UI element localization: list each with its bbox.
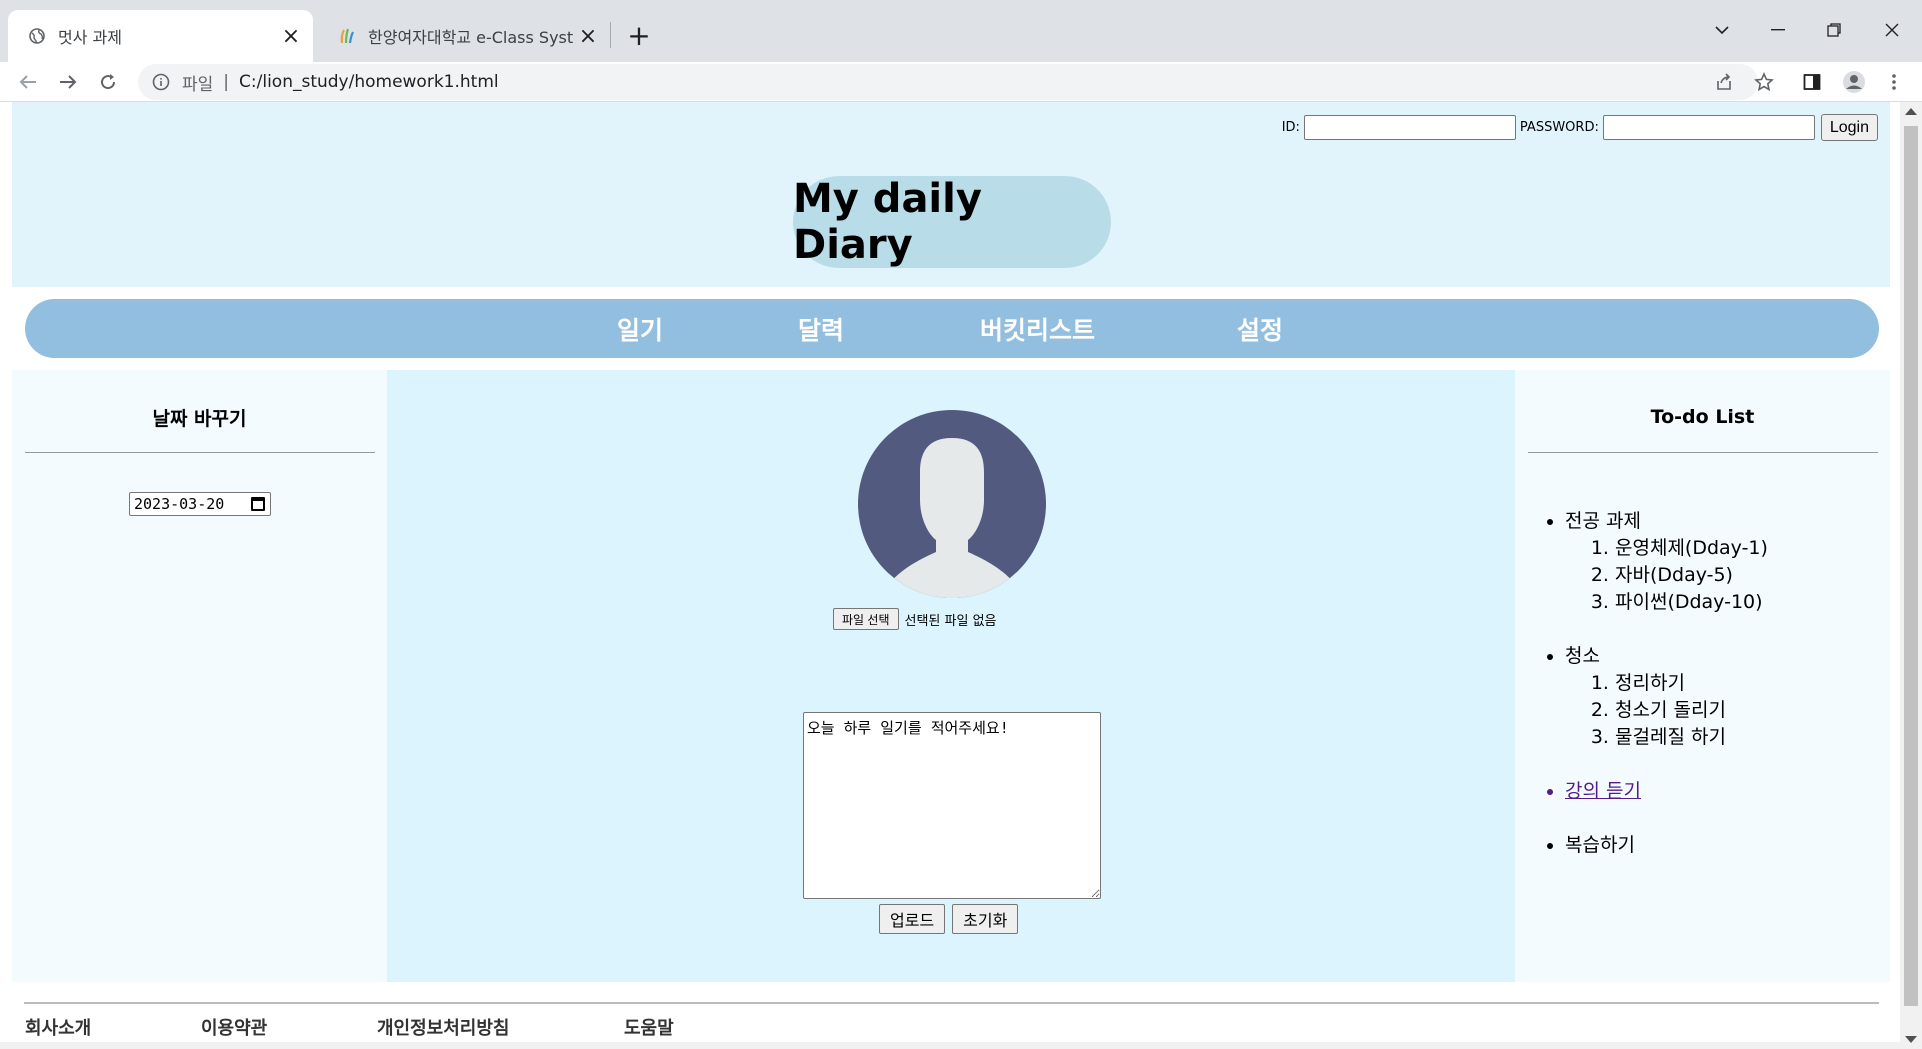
footer-link-about[interactable]: 회사소개 <box>25 1014 91 1040</box>
profile-placeholder-image <box>858 410 1046 598</box>
login-button[interactable]: Login <box>1820 114 1878 141</box>
diary-panel: 파일 선택 선택된 파일 없음 오늘 하루 일기를 적어주세요! 업로드 초기화 <box>387 370 1515 982</box>
scroll-up-icon[interactable] <box>1905 108 1917 115</box>
window-close-icon[interactable] <box>1870 12 1914 48</box>
scroll-down-icon[interactable] <box>1905 1036 1917 1043</box>
diary-actions: 업로드 초기화 <box>879 904 1025 934</box>
tab-search-icon[interactable] <box>1700 12 1744 48</box>
date-panel-title: 날짜 바꾸기 <box>152 408 247 430</box>
password-label: PASSWORD: <box>1519 120 1599 135</box>
minimize-icon[interactable] <box>1756 12 1800 48</box>
horizontal-scrollbar[interactable] <box>0 1042 1900 1049</box>
date-panel: 날짜 바꾸기 2023-03-20 <box>12 370 387 982</box>
vertical-scrollbar[interactable] <box>1900 102 1922 1049</box>
password-input[interactable] <box>1602 115 1815 140</box>
reset-button[interactable]: 초기화 <box>952 904 1019 934</box>
main-nav: 일기 달력 버킷리스트 설정 <box>25 299 1879 358</box>
todo-title: To-do List <box>1650 406 1755 428</box>
nav-item-bucketlist[interactable]: 버킷리스트 <box>980 311 1095 347</box>
globe-icon <box>28 27 46 45</box>
more-menu-icon[interactable] <box>1878 66 1910 98</box>
new-tab-icon[interactable]: + <box>622 18 656 52</box>
tab-separator <box>610 22 611 48</box>
todo-group-label: 청소 <box>1565 645 1600 667</box>
tab-inactive[interactable]: 한양여자대학교 e-Class System × <box>318 10 610 62</box>
tab-title: 멋사 과제 <box>58 28 122 47</box>
todo-list: 전공 과제 운영체제(Dday-1) 자바(Dday-5) 파이썬(Dday-1… <box>1565 508 1768 886</box>
browser-toolbar: 파일 | C:/lion_study/homework1.html <box>0 62 1922 102</box>
reload-icon[interactable] <box>90 64 126 100</box>
bookmark-star-icon[interactable] <box>1748 66 1780 98</box>
nav-item-diary[interactable]: 일기 <box>617 311 663 347</box>
nav-item-calendar[interactable]: 달력 <box>798 311 844 347</box>
eclass-logo-icon <box>338 27 356 45</box>
tab-title: 한양여자대학교 e-Class System <box>368 28 574 47</box>
site-title: My daily Diary <box>793 176 1111 268</box>
page-header: ID: PASSWORD: Login My daily Diary <box>12 102 1890 287</box>
list-item: 정리하기 <box>1615 670 1768 697</box>
address-bar[interactable]: 파일 | C:/lion_study/homework1.html <box>138 64 1758 100</box>
restore-icon[interactable] <box>1812 12 1856 48</box>
tab-active[interactable]: 멋사 과제 × <box>8 10 313 62</box>
list-item: 청소 정리하기 청소기 돌리기 물걸레질 하기 <box>1565 643 1768 751</box>
date-input[interactable]: 2023-03-20 <box>129 492 271 516</box>
id-input[interactable] <box>1303 115 1516 140</box>
scroll-thumb[interactable] <box>1904 126 1918 1006</box>
close-icon[interactable]: × <box>574 22 602 50</box>
side-panel-icon[interactable] <box>1796 66 1828 98</box>
info-icon[interactable] <box>150 71 172 93</box>
id-label: ID: <box>1281 120 1300 135</box>
list-item: 복습하기 <box>1565 832 1768 859</box>
list-item: 물걸레질 하기 <box>1615 724 1768 751</box>
address-scheme: 파일 <box>182 74 214 95</box>
address-url[interactable]: C:/lion_study/homework1.html <box>239 72 499 92</box>
list-item: 강의 듣기 <box>1565 778 1768 805</box>
nav-item-settings[interactable]: 설정 <box>1237 311 1283 347</box>
divider <box>25 452 375 453</box>
upload-button[interactable]: 업로드 <box>879 904 946 934</box>
share-icon[interactable] <box>1708 66 1740 98</box>
login-form: ID: PASSWORD: Login <box>1282 114 1878 141</box>
diary-textarea[interactable]: 오늘 하루 일기를 적어주세요! <box>803 712 1101 899</box>
divider <box>1528 452 1878 453</box>
back-icon[interactable] <box>10 64 46 100</box>
list-item: 청소기 돌리기 <box>1615 697 1768 724</box>
footer-link-terms[interactable]: 이용약관 <box>201 1014 267 1040</box>
date-value: 2023-03-20 <box>134 495 225 513</box>
profile-avatar-icon[interactable] <box>1838 66 1870 98</box>
page-viewport: ID: PASSWORD: Login My daily Diary 일기 달력… <box>0 102 1922 1049</box>
list-item: 운영체제(Dday-1) <box>1615 535 1768 562</box>
list-item: 자바(Dday-5) <box>1615 562 1768 589</box>
list-item: 파이썬(Dday-10) <box>1615 589 1768 616</box>
choose-file-button[interactable]: 파일 선택 <box>833 608 899 630</box>
list-item: 전공 과제 운영체제(Dday-1) 자바(Dday-5) 파이썬(Dday-1… <box>1565 508 1768 616</box>
file-status: 선택된 파일 없음 <box>904 613 997 629</box>
footer-divider <box>24 1002 1879 1004</box>
todo-group-label: 전공 과제 <box>1565 510 1641 532</box>
browser-tab-bar: 멋사 과제 × 한양여자대학교 e-Class System × + <box>0 0 1922 62</box>
close-icon[interactable]: × <box>277 22 305 50</box>
footer-link-privacy[interactable]: 개인정보처리방침 <box>377 1014 509 1040</box>
file-upload-row: 파일 선택 선택된 파일 없음 <box>833 608 997 630</box>
footer-link-help[interactable]: 도움말 <box>624 1014 674 1040</box>
address-separator: | <box>223 72 230 92</box>
forward-icon[interactable] <box>50 64 86 100</box>
todo-panel: To-do List 전공 과제 운영체제(Dday-1) 자바(Dday-5)… <box>1515 370 1890 982</box>
calendar-icon[interactable] <box>251 497 265 511</box>
lecture-link[interactable]: 강의 듣기 <box>1565 780 1641 802</box>
